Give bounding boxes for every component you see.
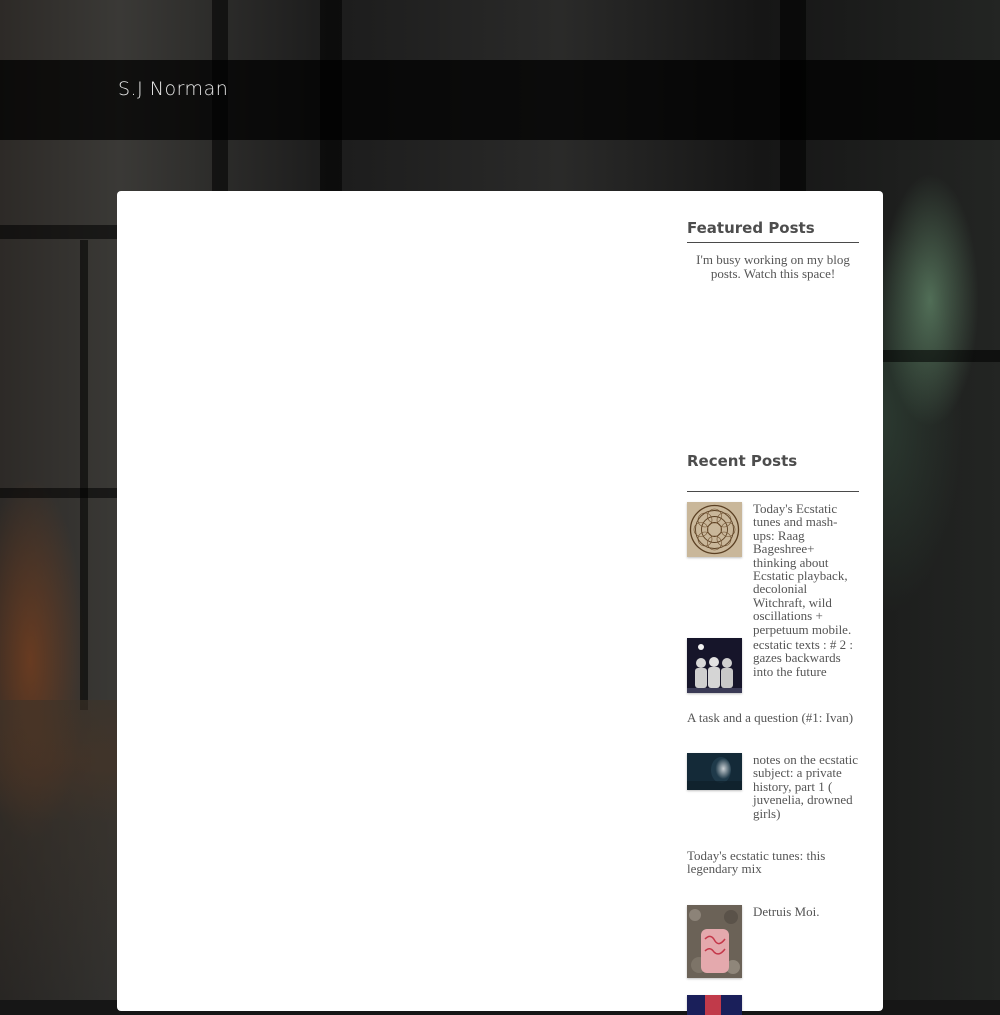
hand-with-writing-thumbnail[interactable]: [687, 905, 742, 978]
background-beam: [80, 240, 88, 710]
face-in-water-thumbnail[interactable]: [687, 753, 742, 790]
recent-post-title[interactable]: Today's Ecstatic tunes and mash-ups: Raa…: [753, 502, 859, 636]
post-thumbnail[interactable]: [687, 995, 742, 1015]
recent-post-item[interactable]: Detruis Moi.: [687, 905, 859, 978]
recent-posts-heading: Recent Posts: [687, 452, 798, 470]
background-floor: [0, 700, 120, 1000]
recent-post-title[interactable]: Detruis Moi.: [753, 905, 859, 919]
blog-content-card: Featured Posts I'm busy working on my bl…: [117, 191, 883, 1015]
recent-divider: [687, 491, 859, 492]
recent-post-item[interactable]: notes on the ecstatic subject: a private…: [687, 753, 859, 833]
mandala-thumbnail[interactable]: [687, 502, 742, 557]
site-title[interactable]: S.J Norman: [118, 78, 228, 100]
recent-post-title[interactable]: Today's ecstatic tunes: this legendary m…: [687, 849, 837, 876]
recent-post-item[interactable]: A task and a question (#1: Ivan): [687, 711, 859, 727]
featured-posts-heading: Featured Posts: [687, 219, 815, 237]
recent-post-item[interactable]: ecstatic texts : # 2 : gazes backwards i…: [687, 638, 859, 694]
recent-post-title[interactable]: A task and a question (#1: Ivan): [687, 711, 859, 725]
recent-post-title[interactable]: notes on the ecstatic subject: a private…: [753, 753, 859, 820]
background-beam: [0, 225, 117, 239]
recent-post-item[interactable]: Today's Ecstatic tunes and mash-ups: Raa…: [687, 502, 859, 636]
three-figures-thumbnail[interactable]: [687, 638, 742, 693]
recent-post-item[interactable]: [687, 995, 859, 1015]
recent-post-title[interactable]: ecstatic texts : # 2 : gazes backwards i…: [753, 638, 859, 678]
site-header: [0, 60, 1000, 140]
recent-post-item[interactable]: Today's ecstatic tunes: this legendary m…: [687, 849, 859, 879]
featured-empty-message: I'm busy working on my blog posts. Watch…: [696, 252, 850, 281]
featured-divider: [687, 242, 859, 243]
background-beam: [883, 350, 1000, 362]
background-beam: [0, 488, 117, 498]
